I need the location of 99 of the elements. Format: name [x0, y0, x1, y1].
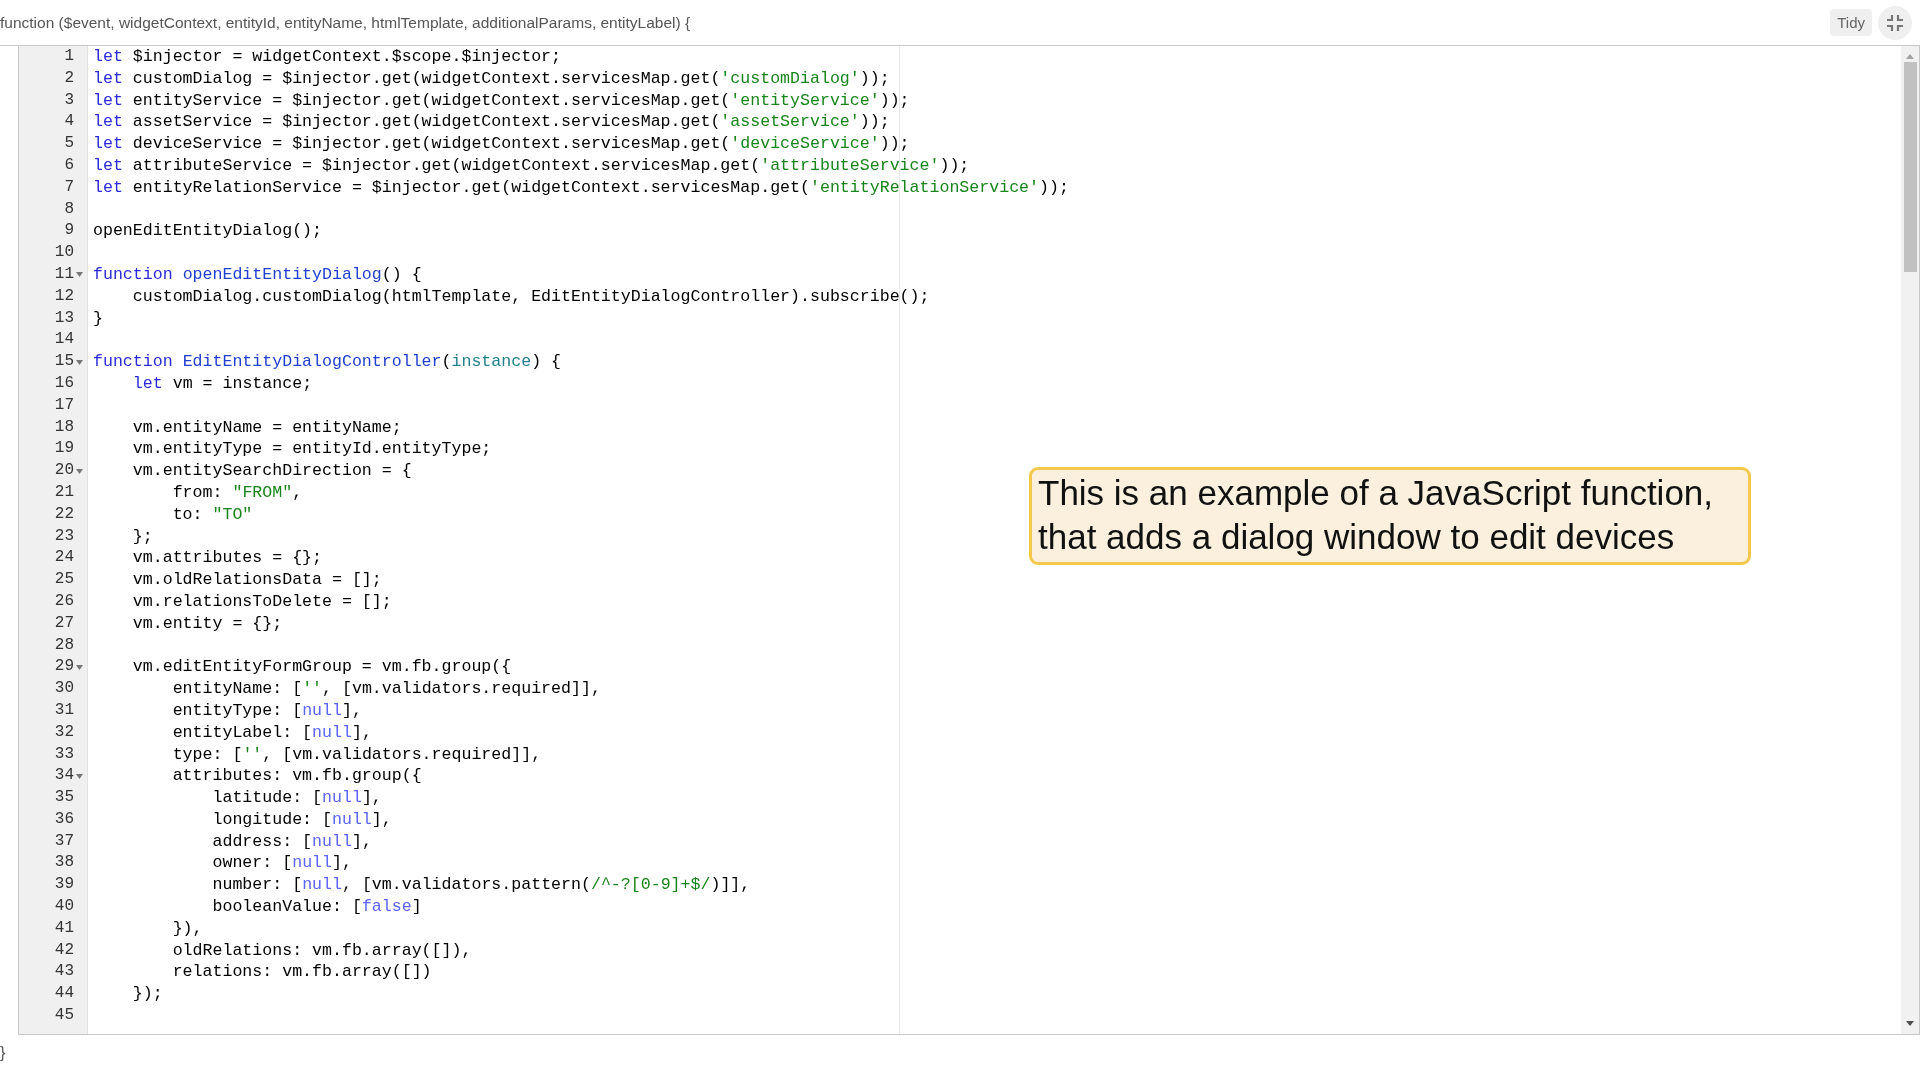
- code-line: vm.oldRelationsData = [];: [131, 569, 382, 591]
- code-line: address: [null],: [211, 830, 372, 853]
- code-line: number: [null, [vm.validators.pattern(/^-?[0-9]+$/)]],: [211, 874, 751, 897]
- line-number: 4: [63, 111, 74, 133]
- code-line: }: [93, 307, 103, 330]
- code-line: let $injector = widgetContext.$scope.$injector;: [93, 46, 562, 68]
- line-number: 20: [53, 460, 74, 482]
- line-number: 23: [53, 525, 74, 547]
- line-number: 33: [53, 743, 74, 765]
- code-line: function openEditEntityDialog() {: [93, 263, 422, 286]
- code-line: let entityService = $injector.get(widgetContext.servicesMap.get('entityService'));: [93, 89, 910, 112]
- line-number: 3: [63, 89, 74, 111]
- fold-caret-icon[interactable]: [76, 773, 83, 779]
- line-number: 9: [63, 220, 74, 242]
- line-number: 25: [53, 569, 74, 591]
- code-line: oldRelations: vm.fb.array([]),: [171, 939, 472, 962]
- line-number: 15: [53, 351, 74, 373]
- scrollbar-thumb[interactable]: [1903, 62, 1917, 272]
- line-number: 18: [53, 416, 74, 438]
- code-line: owner: [null],: [211, 852, 352, 875]
- note-callout: This is an example of a JavaScript function, that adds a dialog window to edit devices: [1029, 467, 1751, 565]
- line-number: 14: [53, 329, 74, 351]
- code-line: vm.relationsToDelete = [];: [131, 590, 392, 613]
- line-number: 41: [53, 917, 74, 939]
- line-number: 32: [53, 721, 74, 743]
- line-number: 27: [53, 612, 74, 634]
- line-number: 24: [53, 547, 74, 569]
- code-line: from: "FROM",: [171, 481, 303, 504]
- code-line: vm.entityType = entityId.entityType;: [131, 438, 492, 461]
- code-line: vm.entity = {};: [131, 612, 283, 635]
- line-number: 34: [53, 765, 74, 787]
- closing-brace: }: [0, 1044, 6, 1061]
- line-number: 16: [53, 372, 74, 394]
- line-number: 13: [53, 307, 74, 329]
- code-line: type: ['', [vm.validators.required]],: [171, 743, 542, 766]
- line-number: 28: [53, 634, 74, 656]
- exit-fullscreen-button[interactable]: [1878, 5, 1912, 40]
- fold-caret-icon[interactable]: [76, 664, 83, 670]
- code-line: to: "TO": [171, 503, 253, 526]
- line-number: 42: [53, 939, 74, 961]
- code-line: vm.entitySearchDirection = {: [131, 460, 412, 482]
- line-number: 22: [53, 503, 74, 525]
- code-line: entityLabel: [null],: [171, 721, 372, 744]
- exit-fullscreen-icon: [1886, 13, 1904, 32]
- code-line: entityName: ['', [vm.validators.required]],: [171, 678, 601, 700]
- code-line: vm.entityName = entityName;: [131, 416, 402, 439]
- line-number: 30: [53, 678, 74, 700]
- code-line: customDialog.customDialog(htmlTemplate, EditEntityDialogController).subscribe();: [131, 285, 930, 308]
- scroll-up-icon[interactable]: [1905, 52, 1915, 60]
- tidy-button[interactable]: Tidy: [1830, 9, 1872, 36]
- fold-caret-icon[interactable]: [76, 359, 83, 365]
- code-line: }),: [171, 917, 203, 940]
- code-line: relations: vm.fb.array([]): [171, 961, 432, 984]
- line-number: 6: [63, 155, 74, 176]
- line-number: 19: [53, 438, 74, 460]
- line-number: 31: [53, 699, 74, 721]
- line-number: 40: [53, 896, 74, 918]
- fold-caret-icon[interactable]: [76, 272, 83, 278]
- line-number: 38: [53, 852, 74, 874]
- line-number: 2: [63, 67, 74, 89]
- line-number: 44: [53, 983, 74, 1005]
- line-number: 17: [53, 394, 74, 416]
- line-number: 29: [53, 656, 74, 678]
- code-line: let entityRelationService = $injector.get(widgetContext.servicesMap.get('entityRelationService'));: [93, 176, 1069, 199]
- line-number: 11: [53, 263, 74, 285]
- line-number: 43: [53, 961, 74, 983]
- line-number: 8: [63, 198, 74, 220]
- code-line: entityType: [null],: [171, 699, 362, 722]
- line-number: 5: [63, 133, 74, 155]
- line-number: 45: [53, 1005, 74, 1027]
- line-number: 35: [53, 787, 74, 809]
- line-number: 21: [53, 481, 74, 503]
- scroll-down-icon[interactable]: [1905, 1020, 1915, 1028]
- function-signature: function ($event, widgetContext, entityId, entityName, htmlTemplate, additionalParams, entityLabel) {: [0, 13, 692, 32]
- line-number: 10: [53, 242, 74, 264]
- code-line: let assetService = $injector.get(widgetContext.servicesMap.get('assetService'));: [93, 111, 890, 134]
- scrollbar[interactable]: [1901, 46, 1919, 1034]
- code-line: function EditEntityDialogController(instance) {: [93, 351, 562, 373]
- line-number: 37: [53, 830, 74, 852]
- code-line: attributes: vm.fb.group({: [171, 765, 422, 788]
- code-line: let deviceService = $injector.get(widgetContext.servicesMap.get('deviceService'));: [93, 133, 910, 155]
- code-line: booleanValue: [false]: [211, 896, 422, 918]
- code-line: let customDialog = $injector.get(widgetContext.servicesMap.get('customDialog'));: [93, 67, 890, 90]
- code-line: vm.attributes = {};: [131, 547, 323, 570]
- code-line: let vm = instance;: [131, 372, 313, 395]
- line-number: 36: [53, 808, 74, 830]
- code-line: openEditEntityDialog();: [93, 220, 323, 243]
- line-number: 7: [63, 176, 74, 198]
- code-line: vm.editEntityFormGroup = vm.fb.group({: [131, 656, 512, 679]
- code-line: });: [131, 983, 163, 1006]
- fold-caret-icon[interactable]: [76, 468, 83, 474]
- line-number: 39: [53, 874, 74, 896]
- code-line: };: [131, 525, 153, 548]
- code-line: longitude: [null],: [211, 808, 392, 831]
- line-number: 12: [53, 285, 74, 307]
- code-line: latitude: [null],: [211, 787, 382, 809]
- code-line: let attributeService = $injector.get(widgetContext.servicesMap.get('attributeService'));: [93, 155, 970, 177]
- line-number: 1: [63, 46, 74, 67]
- line-number: 26: [53, 590, 74, 612]
